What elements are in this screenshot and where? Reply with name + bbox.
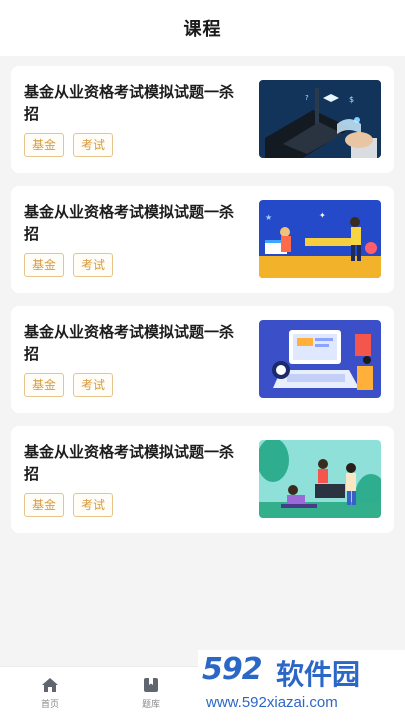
svg-text:$: $ — [349, 95, 354, 104]
tag-badge: 考试 — [73, 253, 114, 277]
svg-text:★: ★ — [265, 213, 272, 222]
tab-home[interactable]: 首页 — [20, 677, 80, 710]
tag-badge: 考试 — [73, 493, 114, 517]
svg-text:✦: ✦ — [319, 211, 326, 220]
top-navigation-bar: 课程 — [0, 0, 405, 56]
course-tags: 基金 考试 — [24, 373, 114, 397]
watermark-brand: 软件园 — [276, 658, 361, 691]
course-title: 基金从业资格考试模拟试题一杀招 — [24, 323, 235, 363]
tab-question-bank-label: 题库 — [141, 700, 160, 710]
tab-home-label: 首页 — [40, 700, 59, 710]
course-tags: 基金 考试 — [24, 133, 114, 157]
watermark-logo: 592 — [202, 652, 263, 687]
course-thumbnail-reading — [259, 440, 381, 518]
site-watermark: 592 软件园 www.592xiazai.com — [198, 650, 405, 720]
course-card[interactable]: 基金从业资格考试模拟试题一杀招 基金 考试 — [11, 306, 394, 413]
course-title: 基金从业资格考试模拟试题一杀招 — [24, 203, 235, 243]
tag-badge: 考试 — [73, 133, 114, 157]
home-icon — [20, 677, 80, 693]
course-title: 基金从业资格考试模拟试题一杀招 — [24, 83, 235, 123]
tag-badge: 基金 — [24, 133, 65, 157]
course-thumbnail-laptop: $ ? — [259, 80, 381, 158]
tab-question-bank[interactable]: 题库 — [121, 677, 181, 710]
course-list: 基金从业资格考试模拟试题一杀招 基金 考试 $ ? 基金从业资格考试模拟试题一杀… — [11, 66, 394, 546]
course-thumbnail-classroom: ★ ✦ — [259, 200, 381, 278]
tag-badge: 基金 — [24, 493, 65, 517]
course-tags: 基金 考试 — [24, 253, 114, 277]
bookmark-book-icon — [121, 677, 181, 693]
course-card[interactable]: 基金从业资格考试模拟试题一杀招 基金 考试 $ ? — [11, 66, 394, 173]
course-card[interactable]: 基金从业资格考试模拟试题一杀招 基金 考试 — [11, 426, 394, 533]
tag-badge: 基金 — [24, 253, 65, 277]
course-tags: 基金 考试 — [24, 493, 114, 517]
page-title: 课程 — [183, 19, 222, 40]
watermark-url: www.592xiazai.com — [206, 694, 338, 711]
course-title: 基金从业资格考试模拟试题一杀招 — [24, 443, 235, 483]
tag-badge: 考试 — [73, 373, 114, 397]
course-thumbnail-workspace — [259, 320, 381, 398]
tag-badge: 基金 — [24, 373, 65, 397]
course-card[interactable]: 基金从业资格考试模拟试题一杀招 基金 考试 ★ ✦ — [11, 186, 394, 293]
svg-text:?: ? — [305, 94, 309, 102]
